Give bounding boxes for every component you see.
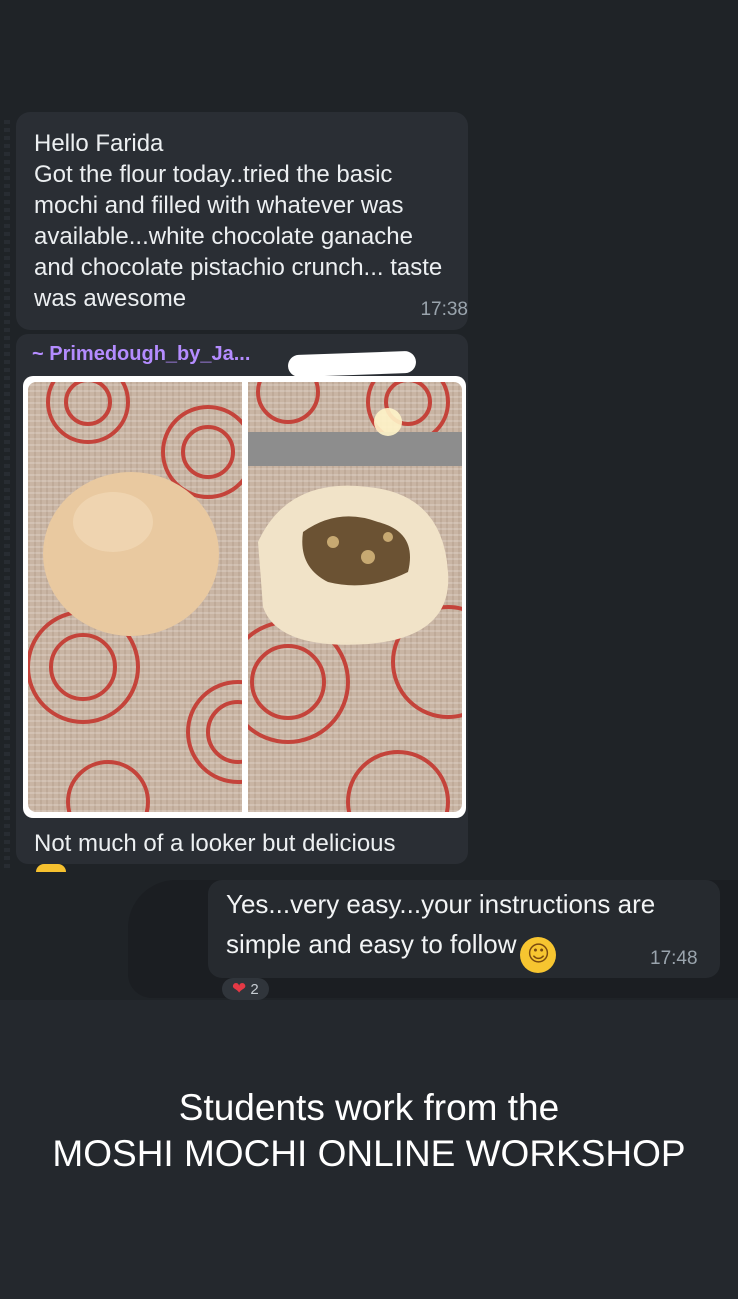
- photo-cut-mochi[interactable]: [248, 382, 462, 812]
- incoming-message-text: Hello Farida Got the flour today..tried …: [34, 130, 443, 312]
- story-caption-line-1: Students work from the: [178, 1087, 560, 1128]
- redaction-mark: [287, 350, 417, 378]
- chat-edge-decoration: [4, 120, 10, 870]
- incoming-message-time: 17:38: [420, 299, 468, 320]
- story-caption-line-2: MOSHI MOCHI ONLINE WORKSHOP: [52, 1133, 686, 1174]
- reply-message-text: Yes...very easy...your instructions are …: [226, 884, 706, 973]
- reply-message-body: Yes...very easy...your instructions are …: [226, 889, 656, 959]
- whole-mochi-illustration: [28, 382, 242, 812]
- caption-emoji-partial: [36, 864, 66, 872]
- smile-emoji-icon: ☺: [520, 937, 557, 973]
- reply-message-time: 17:48: [650, 948, 698, 969]
- reaction-count: 2: [250, 981, 259, 998]
- reaction-chip[interactable]: ❤ 2: [222, 978, 269, 1000]
- cut-mochi-illustration: [248, 382, 462, 812]
- story-caption: Students work from the MOSHI MOCHI ONLIN…: [0, 1085, 738, 1177]
- photo-whole-mochi[interactable]: [28, 382, 242, 812]
- heart-icon: ❤: [232, 979, 247, 999]
- photo-sender-name[interactable]: ~ Primedough_by_Ja...: [32, 343, 250, 366]
- photo-caption: Not much of a looker but delicious: [34, 830, 396, 857]
